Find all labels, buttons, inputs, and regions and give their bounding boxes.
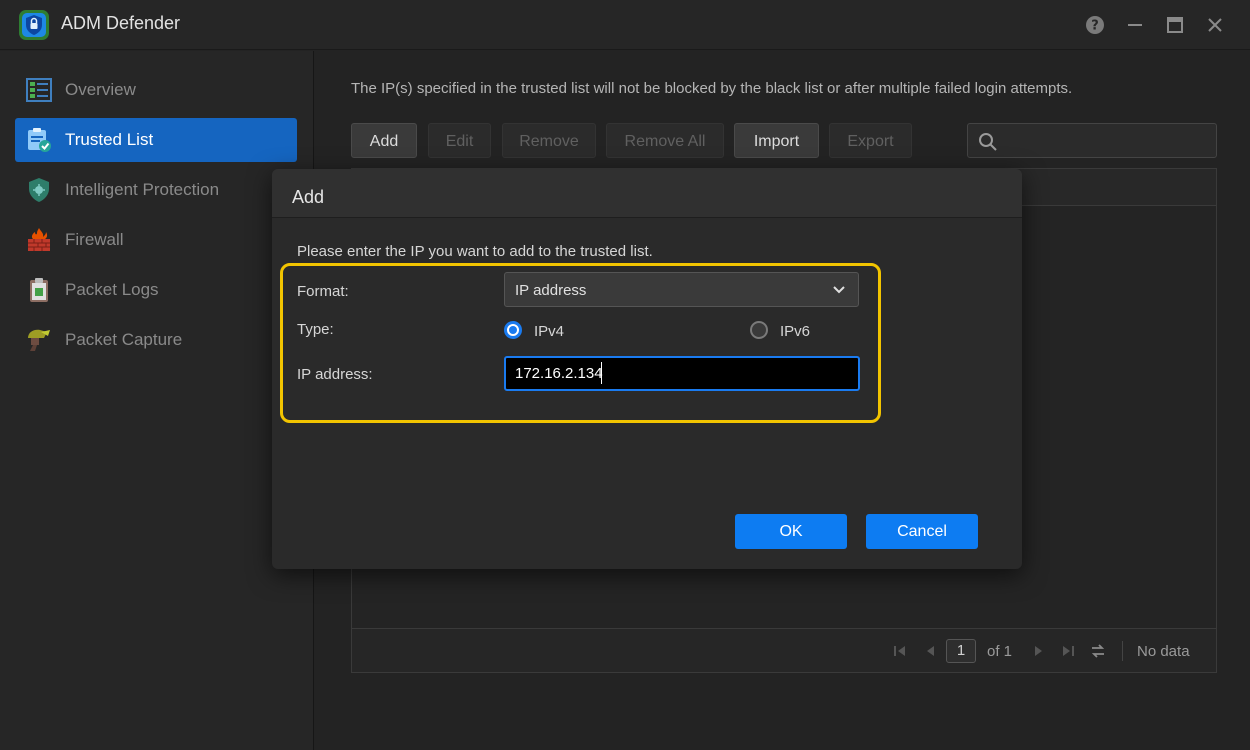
dialog-instruction: Please enter the IP you want to add to t… [297, 243, 653, 260]
remove-button[interactable]: Remove [502, 123, 596, 158]
first-page-icon[interactable] [892, 643, 908, 659]
maximize-icon[interactable] [1164, 14, 1186, 36]
ok-button[interactable]: OK [735, 514, 847, 549]
sidebar-item-label: Trusted List [65, 130, 154, 149]
shield-icon [29, 178, 49, 202]
import-button[interactable]: Import [734, 123, 819, 158]
type-label: Type: [297, 321, 334, 338]
app-logo-icon [19, 10, 49, 40]
sidebar-item-intelligent-protection[interactable]: Intelligent Protection [15, 168, 297, 212]
trusted-list-description: The IP(s) specified in the trusted list … [351, 80, 1073, 97]
refresh-icon[interactable] [1090, 643, 1106, 659]
title-bar: ADM Defender ? [0, 0, 1250, 50]
next-page-icon[interactable] [1030, 643, 1046, 659]
sidebar-item-firewall[interactable]: Firewall [15, 218, 297, 262]
cancel-button[interactable]: Cancel [866, 514, 978, 549]
sidebar-item-label: Packet Capture [65, 330, 183, 349]
sidebar-item-overview[interactable]: Overview [15, 68, 297, 112]
page-number-input[interactable]: 1 [946, 639, 976, 663]
ip-address-label: IP address: [297, 366, 373, 383]
sidebar-item-packet-capture[interactable]: Packet Capture [15, 318, 297, 362]
previous-page-icon[interactable] [923, 643, 939, 659]
ipv4-radio[interactable] [504, 321, 522, 339]
firewall-icon [28, 228, 50, 251]
text-cursor [601, 362, 602, 384]
sidebar-item-label: Intelligent Protection [65, 180, 220, 199]
ipv6-radio[interactable] [750, 321, 768, 339]
sidebar-item-label: Overview [65, 80, 136, 99]
format-select[interactable]: IP address [504, 272, 859, 307]
clipboard-icon [30, 278, 48, 302]
ipv4-label[interactable]: IPv4 [534, 323, 564, 340]
format-select-value: IP address [515, 282, 587, 299]
page-count-label: of 1 [987, 643, 1013, 660]
edit-button[interactable]: Edit [428, 123, 491, 158]
capture-icon [28, 329, 50, 351]
sidebar-item-label: Firewall [65, 230, 124, 249]
add-button[interactable]: Add [351, 123, 417, 158]
overview-icon [26, 78, 52, 102]
pagination-bar: 1 of 1 No data [352, 628, 1216, 672]
help-icon[interactable]: ? [1084, 14, 1106, 36]
svg-text:?: ? [1091, 19, 1099, 34]
search-icon [979, 133, 997, 151]
export-button[interactable]: Export [829, 123, 912, 158]
ipv6-label[interactable]: IPv6 [780, 323, 810, 340]
dialog-title: Add [292, 187, 325, 207]
search-input[interactable] [967, 123, 1217, 158]
remove-all-button[interactable]: Remove All [606, 123, 724, 158]
add-dialog: Add Please enter the IP you want to add … [272, 169, 1022, 569]
sidebar-item-packet-logs[interactable]: Packet Logs [15, 268, 297, 312]
ip-address-input[interactable] [504, 356, 860, 391]
minimize-icon[interactable] [1124, 14, 1146, 36]
sidebar: Overview Trusted List Intelligent Protec… [0, 51, 314, 750]
close-icon[interactable] [1204, 14, 1226, 36]
last-page-icon[interactable] [1060, 643, 1076, 659]
sidebar-item-label: Packet Logs [65, 280, 159, 299]
chevron-down-icon [833, 286, 845, 294]
dialog-header[interactable]: Add [272, 169, 1022, 218]
trusted-list-icon [28, 128, 51, 152]
app-title: ADM Defender [61, 13, 181, 33]
pagination-divider [1122, 641, 1123, 661]
format-label: Format: [297, 283, 349, 300]
no-data-label: No data [1137, 643, 1190, 660]
sidebar-item-trusted-list[interactable]: Trusted List [15, 118, 297, 162]
